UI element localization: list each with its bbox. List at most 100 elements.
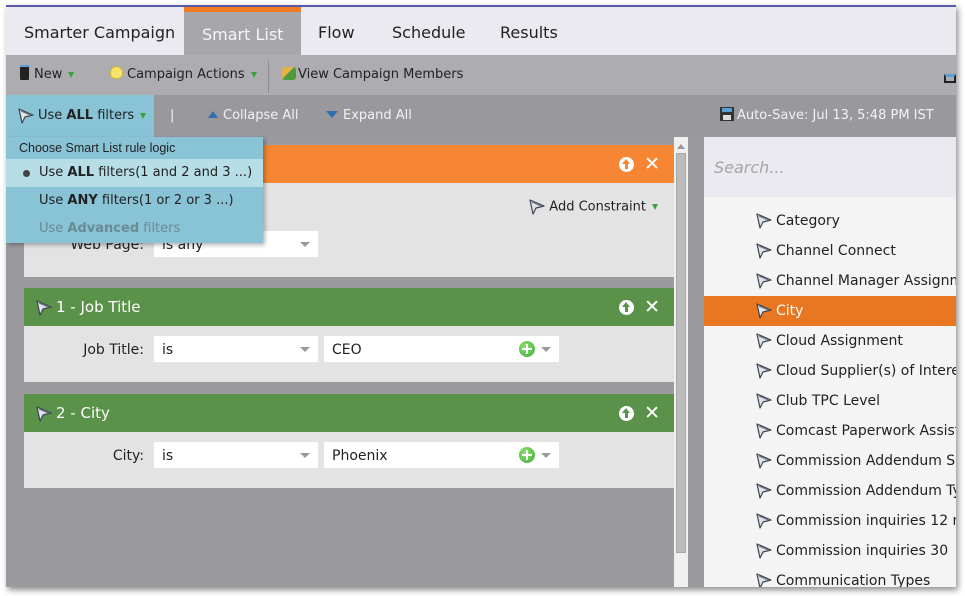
filter-title: 1 - Job Title [56,298,141,316]
operator-select[interactable]: is [154,336,318,362]
collapse-all-button[interactable]: Collapse All [208,95,299,137]
rule-logic-menu: Choose Smart List rule logic Use ALL fil… [6,137,263,243]
canvas-scrollbar[interactable] [674,137,688,587]
window-icon[interactable] [944,74,956,83]
filter-list-item-label: Commission Addendum Type [776,483,956,499]
close-icon[interactable]: ✕ [644,297,660,317]
filter-list-item[interactable]: Commission inquiries 30 [704,536,956,566]
expand-all-button[interactable]: Expand All [326,95,412,137]
tab-smarter-campaign[interactable]: Smarter Campaign [6,7,193,55]
filter-icon [756,543,772,559]
filter-list-item[interactable]: Commission Addendum Type [704,476,956,506]
filter-icon [36,300,52,316]
menu-item-use-all[interactable]: Use ALL filters(1 and 2 and 3 ...) [6,159,263,187]
field-label: City: [112,448,144,464]
lightbulb-icon [110,66,123,79]
autosave-label: Auto-Save: Jul 13, 5:48 PM IST [737,108,934,123]
close-icon[interactable]: ✕ [644,403,660,423]
value-input[interactable]: Phoenix [324,442,559,468]
filter-list-item[interactable]: Club TPC Level [704,386,956,416]
scrollbar-thumb[interactable] [676,153,686,553]
members-icon [282,67,296,80]
selected-bullet-icon [23,170,30,177]
filter-list-item-label: Club TPC Level [776,393,881,409]
filter-icon [18,108,34,124]
search-box [704,137,956,197]
add-constraint-label: Add Constraint [549,199,646,215]
new-button[interactable]: New [20,55,75,95]
value-text: CEO [332,342,362,358]
menu-item-use-advanced[interactable]: Use Advanced filters [6,215,263,243]
close-icon[interactable]: ✕ [644,154,660,174]
option-prefix: Use [39,193,68,208]
add-value-icon[interactable] [519,447,535,463]
filter-icon [756,213,772,229]
scroll-up-icon[interactable] [677,144,685,149]
filter-list-item[interactable]: Commission inquiries 12 months [704,506,956,536]
filter-header[interactable]: 2 - City ✕ [24,394,674,432]
filter-list-item-label: Cloud Assignment [776,333,903,349]
menu-item-use-any[interactable]: Use ANY filters(1 or 2 or 3 ...) [6,187,263,215]
filter-list-item[interactable]: Channel Connect [704,236,956,266]
rule-logic-button[interactable]: Use ALL filters [6,95,154,137]
add-value-icon[interactable] [519,341,535,357]
chevron-down-icon [68,71,75,78]
tab-flow[interactable]: Flow [300,7,373,55]
filter-actions: ✕ [619,288,660,326]
option-suffix: filters [139,221,181,236]
filter-body: City: is Phoenix [24,432,674,488]
option-prefix: Use [39,165,68,180]
filter-list-item-label: Commission inquiries 12 months [776,513,956,529]
filter-list-item[interactable]: Comcast Paperwork Assistance [704,416,956,446]
filter-list-item-label: Commission inquiries 30 [776,543,949,559]
filter-list-item[interactable]: Cloud Supplier(s) of Interest [704,356,956,386]
filter-list-item[interactable]: Commission Addendum Submitted [704,446,956,476]
filter-icon [756,453,772,469]
app-window: Smarter Campaign Smart List Flow Schedul… [6,5,956,587]
filter-list-item[interactable]: Category [704,206,956,236]
tab-smart-list[interactable]: Smart List [184,7,302,55]
move-up-icon[interactable] [619,405,635,421]
filter-list-item-label: City [776,303,804,319]
menu-title: Choose Smart List rule logic [19,141,176,155]
tab-schedule[interactable]: Schedule [374,7,484,55]
expand-all-label: Expand All [343,108,412,123]
filter-palette: Category Channel Connect Channel Manager A… [704,137,956,587]
floppy-disk-icon [720,107,734,121]
filter-list-item-label: Communication Types [776,573,931,587]
chevron-down-icon [300,347,310,352]
chevron-down-icon [300,242,310,247]
filter-icon [756,273,772,289]
filter-list-item-label: Commission Addendum Submitted [776,453,956,469]
chevron-down-icon [652,204,658,210]
filter-list-item[interactable]: Channel Manager Assignment [704,266,956,296]
filter-list-item[interactable]: City [704,296,956,326]
view-campaign-members-button[interactable]: View Campaign Members [282,55,463,95]
filter-icon [529,199,545,215]
filter-icon [756,303,772,319]
move-up-icon[interactable] [619,156,635,172]
filter-list-item-label: Comcast Paperwork Assistance [776,423,956,439]
operator-select[interactable]: is [154,442,318,468]
value-input[interactable]: CEO [324,336,559,362]
filter-list-item[interactable]: Cloud Assignment [704,326,956,356]
filter-title: 2 - City [56,404,110,422]
new-icon [20,65,29,80]
move-up-icon[interactable] [619,299,635,315]
filter-header[interactable]: 1 - Job Title ✕ [24,288,674,326]
operator-value: is [162,342,174,358]
filter-icon [36,406,52,422]
tab-bar: Smarter Campaign Smart List Flow Schedul… [6,7,956,55]
add-constraint-button[interactable]: Add Constraint [529,199,658,215]
toolbar-divider [268,61,269,93]
toolbar: New Campaign Actions View Campaign Membe… [6,55,956,95]
tab-results[interactable]: Results [482,7,576,55]
option-suffix: filters(1 and 2 and 3 ...) [94,165,253,180]
logic-prefix: Use [38,108,67,123]
logic-bold: ALL [66,108,94,123]
filter-list-item[interactable]: Communication Types [704,566,956,587]
triangle-down-icon [326,111,338,118]
filter-icon [756,483,772,499]
campaign-actions-button[interactable]: Campaign Actions [110,55,257,95]
search-input[interactable] [704,137,956,197]
